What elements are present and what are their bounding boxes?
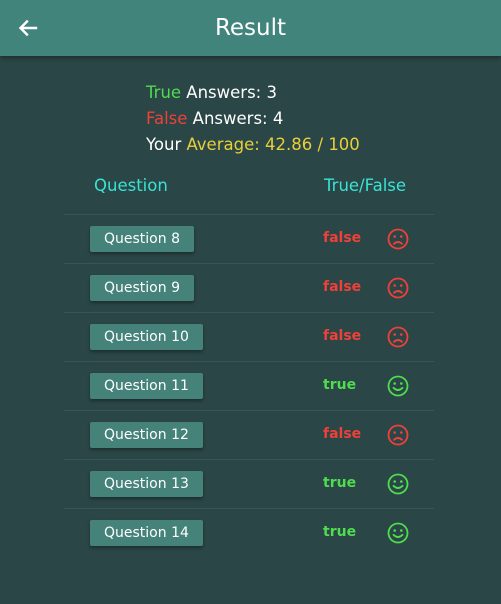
question-button[interactable]: Question 12 bbox=[90, 422, 203, 448]
question-button[interactable]: Question 8 bbox=[90, 226, 194, 252]
sad-face-icon bbox=[387, 228, 409, 250]
happy-face-icon bbox=[387, 522, 409, 544]
sad-face-icon bbox=[387, 326, 409, 348]
sad-face-icon bbox=[387, 277, 409, 299]
result-row: Question 14 true bbox=[64, 508, 434, 557]
app-bar: Result bbox=[0, 0, 501, 56]
average-value: Average: 42.86 / 100 bbox=[186, 135, 360, 154]
answer-status: false bbox=[323, 279, 362, 295]
result-row: Question 8 false bbox=[64, 214, 434, 263]
question-button[interactable]: Question 9 bbox=[90, 275, 194, 301]
true-count: Answers: 3 bbox=[181, 83, 277, 102]
result-summary: True Answers: 3 False Answers: 4 Your Av… bbox=[146, 80, 360, 158]
question-button[interactable]: Question 14 bbox=[90, 520, 203, 546]
result-row: Question 12 false bbox=[64, 410, 434, 459]
result-row: Question 11 true bbox=[64, 361, 434, 410]
answer-status: false bbox=[323, 328, 362, 344]
answer-status: false bbox=[323, 426, 362, 442]
truefalse-column-header: True/False bbox=[324, 176, 407, 195]
true-label: True bbox=[146, 83, 182, 102]
happy-face-icon bbox=[387, 473, 409, 495]
happy-face-icon bbox=[387, 375, 409, 397]
question-button[interactable]: Question 13 bbox=[90, 471, 203, 497]
false-answers-line: False Answers: 4 bbox=[146, 106, 360, 132]
answer-status: true bbox=[323, 524, 357, 540]
result-row: Question 10 false bbox=[64, 312, 434, 361]
answer-status: true bbox=[323, 377, 357, 393]
average-prefix: Your bbox=[146, 135, 187, 154]
results-list: Question 8 false Question 9 false Question 1… bbox=[64, 214, 434, 557]
false-label: False bbox=[146, 109, 188, 128]
result-row: Question 9 false bbox=[64, 263, 434, 312]
false-count: Answers: 4 bbox=[187, 109, 284, 128]
question-button[interactable]: Question 11 bbox=[90, 373, 203, 399]
question-column-header: Question bbox=[94, 176, 168, 195]
true-answers-line: True Answers: 3 bbox=[146, 80, 360, 106]
answer-status: true bbox=[323, 475, 357, 491]
sad-face-icon bbox=[387, 424, 409, 446]
page-title: Result bbox=[214, 15, 287, 41]
answer-status: false bbox=[323, 230, 362, 246]
average-line: Your Average: 42.86 / 100 bbox=[146, 132, 360, 158]
question-button[interactable]: Question 10 bbox=[90, 324, 203, 350]
result-row: Question 13 true bbox=[64, 459, 434, 508]
